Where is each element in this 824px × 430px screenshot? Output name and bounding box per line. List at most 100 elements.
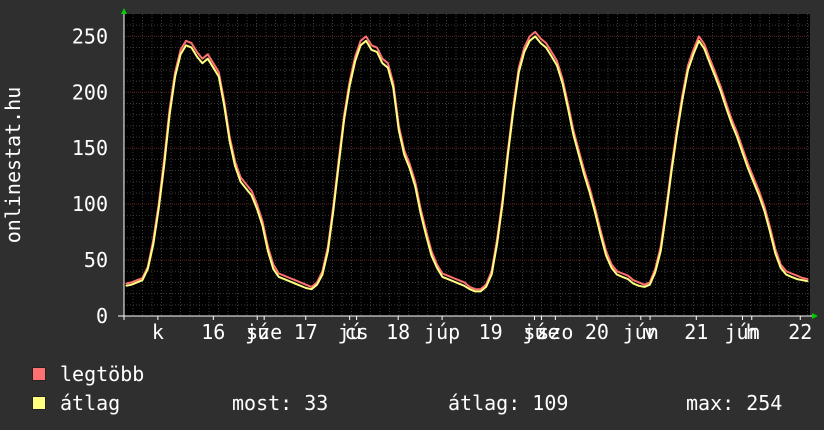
data-point xyxy=(556,64,558,67)
legend-max-label: legtöbb xyxy=(60,362,145,386)
current-value: most: 33 xyxy=(232,391,329,415)
data-point xyxy=(294,283,296,285)
x-tick-label: sze xyxy=(246,320,282,344)
data-point xyxy=(310,288,313,290)
data-point xyxy=(256,208,258,210)
data-point xyxy=(272,268,274,270)
data-point xyxy=(507,154,509,156)
data-point xyxy=(447,278,449,280)
data-point xyxy=(452,280,454,282)
data-point xyxy=(278,272,280,275)
data-point xyxy=(392,87,394,89)
data-point xyxy=(360,40,362,42)
x-tick-label: h xyxy=(746,320,758,344)
x-tick-label: 19 xyxy=(479,320,503,344)
data-point xyxy=(229,140,231,143)
data-point xyxy=(163,164,165,166)
data-point xyxy=(289,277,291,279)
data-point xyxy=(660,250,662,252)
data-point xyxy=(458,279,460,281)
data-point xyxy=(736,132,738,134)
y-tick-label: 250 xyxy=(72,24,108,48)
data-point xyxy=(365,40,367,42)
data-point xyxy=(201,58,203,60)
data-point xyxy=(545,47,547,49)
data-point xyxy=(731,123,733,125)
data-point xyxy=(414,185,416,187)
data-point xyxy=(649,284,651,286)
data-point xyxy=(758,190,760,192)
x-axis-arrow-icon xyxy=(812,313,818,319)
data-point xyxy=(376,51,378,53)
x-tick-label: szo xyxy=(537,320,573,344)
data-point xyxy=(240,181,242,183)
x-tick-label: 20 xyxy=(585,320,609,344)
data-point xyxy=(480,288,482,290)
data-point xyxy=(381,62,383,64)
data-point xyxy=(158,208,160,210)
data-point xyxy=(452,277,454,279)
data-point xyxy=(540,38,542,40)
data-point xyxy=(496,243,498,245)
data-point xyxy=(791,276,793,278)
data-point xyxy=(632,283,635,285)
data-point xyxy=(130,281,133,283)
data-point xyxy=(370,49,373,51)
data-point xyxy=(769,230,771,232)
data-point xyxy=(212,62,214,64)
data-point xyxy=(370,44,373,46)
data-point xyxy=(725,107,727,109)
data-point xyxy=(611,267,613,269)
data-point xyxy=(703,43,705,45)
data-point xyxy=(616,270,618,272)
data-point xyxy=(349,85,351,87)
x-tick-label: 18 xyxy=(386,320,410,344)
data-point xyxy=(687,69,689,71)
data-point xyxy=(720,86,722,88)
data-point xyxy=(152,243,154,245)
data-point xyxy=(245,183,247,185)
data-point xyxy=(534,35,536,38)
data-point xyxy=(512,109,515,111)
data-point xyxy=(785,274,787,276)
data-point xyxy=(600,234,602,237)
data-point xyxy=(796,275,798,277)
data-point xyxy=(551,55,553,58)
data-point xyxy=(720,90,722,92)
data-point xyxy=(534,31,536,33)
legend-avg-swatch xyxy=(32,396,46,410)
data-point xyxy=(190,42,193,44)
data-point xyxy=(430,255,433,257)
data-point xyxy=(180,53,182,55)
data-point xyxy=(207,53,209,55)
data-point xyxy=(561,82,564,84)
data-point xyxy=(447,275,449,277)
data-point xyxy=(256,203,258,205)
data-point xyxy=(289,280,291,282)
y-tick-label: 50 xyxy=(84,248,108,272)
data-point xyxy=(714,76,716,78)
data-point xyxy=(201,62,203,64)
data-point xyxy=(807,278,809,280)
data-point xyxy=(196,55,198,58)
data-point xyxy=(180,49,182,51)
data-point xyxy=(305,284,307,286)
data-point xyxy=(709,58,711,60)
x-tick-label: 16 xyxy=(201,320,225,344)
data-point xyxy=(556,60,558,62)
y-tick-label: 150 xyxy=(72,136,108,160)
data-point xyxy=(212,67,214,69)
data-point xyxy=(621,276,624,278)
data-point xyxy=(763,210,766,212)
data-point xyxy=(752,181,755,183)
data-point xyxy=(747,167,749,169)
data-point xyxy=(458,283,460,285)
data-point xyxy=(190,47,193,49)
x-tick-label: v xyxy=(644,320,656,344)
data-point xyxy=(551,51,553,53)
data-point xyxy=(567,107,569,109)
data-point xyxy=(125,283,127,285)
data-point xyxy=(441,276,443,278)
data-point xyxy=(283,275,285,277)
data-point xyxy=(605,255,607,257)
